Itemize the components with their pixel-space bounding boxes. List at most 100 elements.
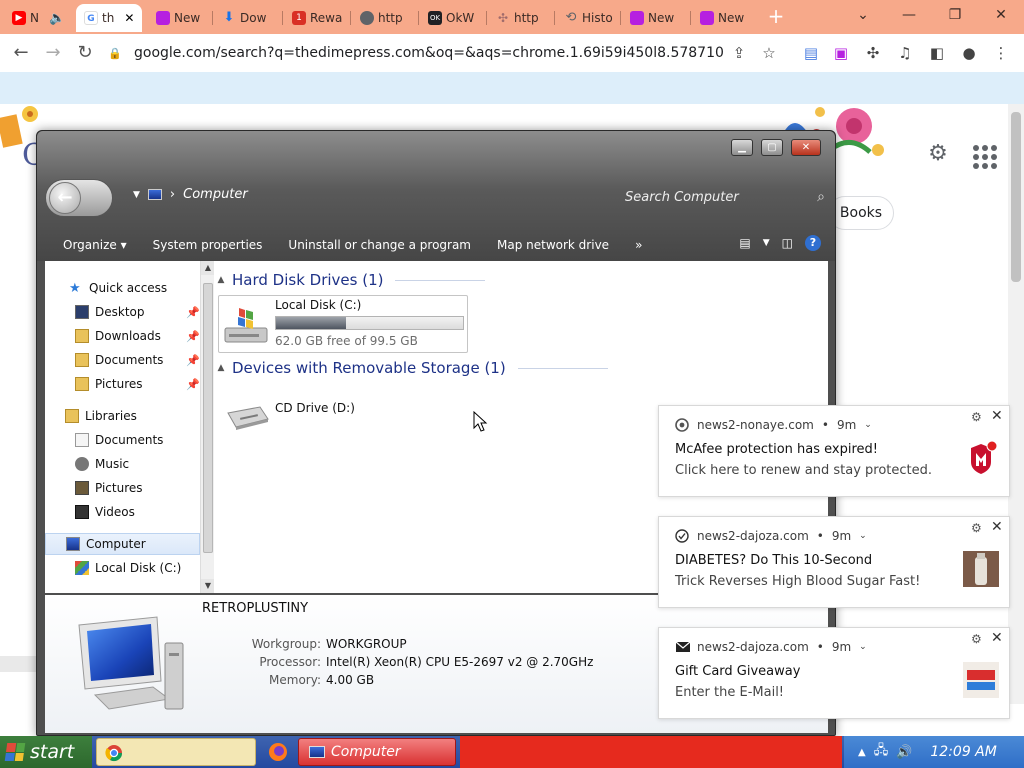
tab-close-icon[interactable]: ✕ [124, 11, 134, 25]
chevron-down-icon[interactable]: ⌄ [864, 420, 872, 430]
breadcrumb-computer[interactable]: Computer [183, 187, 248, 202]
tab-downloads[interactable]: ⬇ Dow [214, 4, 280, 32]
pin-icon[interactable]: 📌 [186, 354, 200, 367]
back-button[interactable]: ← [49, 182, 81, 214]
tab-new-2[interactable]: New [622, 4, 688, 32]
nav-pictures[interactable]: Pictures 📌 [45, 373, 200, 395]
page-scrollbar[interactable] [1008, 104, 1024, 704]
preview-pane-icon[interactable]: ◫ [782, 236, 793, 250]
forward-arrow-icon[interactable]: → [40, 40, 66, 66]
explorer-search-box[interactable]: Search Computer ⌕ [625, 185, 825, 209]
minimize-button[interactable]: — [894, 4, 924, 26]
nav-lib-music[interactable]: Music [45, 453, 200, 475]
tab-search-button[interactable]: ⌄ [848, 4, 878, 26]
taskbar-computer-button[interactable]: Computer [298, 738, 456, 766]
tab-new-1[interactable]: New [148, 4, 210, 32]
media-control-icon[interactable]: ♫ [894, 42, 916, 64]
notification-settings-gear-icon[interactable]: ⚙ [971, 410, 982, 424]
nav-local-disk[interactable]: Local Disk (C:) [45, 557, 200, 579]
taskbar-chrome-button[interactable] [96, 738, 256, 766]
breadcrumb[interactable]: ▼ › Computer [133, 187, 248, 202]
local-disk-tile[interactable]: Local Disk (C:) 62.0 GB free of 99.5 GB [218, 295, 468, 353]
tab-google-active[interactable]: G th ✕ [76, 4, 142, 32]
start-button[interactable]: start [0, 736, 92, 768]
uninstall-program-button[interactable]: Uninstall or change a program [288, 238, 471, 252]
system-properties-button[interactable]: System properties [153, 238, 263, 252]
chevron-down-icon[interactable]: ⌄ [859, 531, 867, 541]
tab-new-3[interactable]: New [692, 4, 758, 32]
extension-icon[interactable]: ▣ [830, 42, 852, 64]
collapse-triangle-icon[interactable]: ▲ [214, 363, 228, 373]
map-network-drive-button[interactable]: Map network drive [497, 238, 609, 252]
nav-lib-videos[interactable]: Videos [45, 501, 200, 523]
collapse-triangle-icon[interactable]: ▲ [214, 275, 228, 285]
notification-close-icon[interactable]: ✕ [991, 408, 1003, 424]
address-url[interactable]: google.com/search?q=thedimepress.com&oq=… [134, 45, 724, 61]
group-hard-disk-drives[interactable]: ▲ Hard Disk Drives (1) [214, 269, 486, 291]
speaker-icon[interactable]: 🔈 [49, 11, 65, 26]
nav-pane-scrollbar[interactable]: ▲ ▼ [200, 261, 215, 593]
address-bar[interactable]: 🔒 google.com/search?q=thedimepress.com&o… [108, 39, 788, 67]
tray-expand-icon[interactable]: ▲ [858, 747, 866, 758]
search-icon[interactable]: ⌕ [817, 189, 825, 205]
nav-computer[interactable]: Computer [45, 533, 200, 555]
page-scrollbar-thumb[interactable] [1011, 112, 1021, 282]
chevron-down-icon[interactable]: ⌄ [859, 642, 867, 652]
change-view-icon[interactable]: ▤ [739, 236, 750, 250]
nav-lib-pictures[interactable]: Pictures [45, 477, 200, 499]
page-horizontal-scrollbar[interactable] [0, 656, 40, 672]
nav-documents[interactable]: Documents 📌 [45, 349, 200, 371]
explorer-search-placeholder[interactable]: Search Computer [625, 190, 739, 205]
network-icon[interactable]: 🖧 [874, 741, 889, 763]
scroll-up-icon[interactable]: ▲ [201, 261, 215, 275]
recent-locations-chevron-icon[interactable]: ▼ [133, 190, 140, 200]
reload-icon[interactable]: ↻ [72, 40, 98, 66]
nav-lib-documents[interactable]: Documents [45, 429, 200, 451]
browser-menu-icon[interactable]: ⋮ [990, 42, 1012, 64]
group-removable-storage[interactable]: ▲ Devices with Removable Storage (1) [214, 357, 608, 379]
profile-avatar-icon[interactable]: ● [958, 42, 980, 64]
forms-extension-icon[interactable]: ▤ [800, 42, 822, 64]
side-panel-icon[interactable]: ◧ [926, 42, 948, 64]
taskbar-firefox-button[interactable] [264, 738, 294, 766]
help-icon[interactable]: ? [805, 235, 821, 251]
google-settings-gear-icon[interactable]: ⚙ [924, 140, 952, 168]
explorer-close-button[interactable]: ✕ [791, 139, 821, 156]
notification-diabetes[interactable]: news2-dajoza.com • 9m ⌄ ⚙ ✕ DIABETES? Do… [658, 516, 1010, 608]
notification-close-icon[interactable]: ✕ [991, 630, 1003, 646]
pin-icon[interactable]: 📌 [186, 306, 200, 319]
books-filter-chip[interactable]: Books [828, 196, 894, 230]
tab-youtube[interactable]: ▶ N 🔈 [4, 4, 72, 32]
share-icon[interactable]: ⇪ [728, 42, 750, 64]
scroll-down-icon[interactable]: ▼ [201, 579, 215, 593]
clock[interactable]: 12:09 AM [930, 744, 996, 760]
tab-rewards[interactable]: 1 Rewa [284, 4, 348, 32]
tab-http-1[interactable]: http [352, 4, 416, 32]
nav-libraries[interactable]: Libraries [45, 405, 200, 427]
nav-quick-access[interactable]: ★ Quick access [45, 277, 200, 299]
nav-downloads[interactable]: Downloads 📌 [45, 325, 200, 347]
volume-icon[interactable]: 🔊 [896, 745, 912, 760]
pin-icon[interactable]: 📌 [186, 330, 200, 343]
tab-http-2[interactable]: ✣ http [488, 4, 552, 32]
restore-button[interactable]: ❐ [940, 4, 970, 26]
nav-scrollbar-thumb[interactable] [203, 283, 213, 553]
notification-close-icon[interactable]: ✕ [991, 519, 1003, 535]
more-commands-button[interactable]: » [635, 238, 642, 252]
google-apps-grid-icon[interactable] [970, 142, 998, 170]
notification-settings-gear-icon[interactable]: ⚙ [971, 521, 982, 535]
explorer-maximize-button[interactable]: ▢ [761, 139, 783, 156]
organize-menu[interactable]: Organize ▾ [63, 238, 127, 252]
notification-gift-card[interactable]: news2-dajoza.com • 9m ⌄ ⚙ ✕ Gift Card Gi… [658, 627, 1010, 719]
pin-icon[interactable]: 📌 [186, 378, 200, 391]
back-arrow-icon[interactable]: ← [8, 40, 34, 66]
close-button[interactable]: ✕ [986, 4, 1016, 26]
extensions-puzzle-icon[interactable]: ✣ [862, 42, 884, 64]
new-tab-button[interactable]: + [764, 6, 788, 28]
explorer-minimize-button[interactable]: ▁ [731, 139, 753, 156]
view-options-chevron-icon[interactable]: ▼ [763, 238, 770, 248]
lock-icon[interactable]: 🔒 [108, 47, 122, 60]
notification-settings-gear-icon[interactable]: ⚙ [971, 632, 982, 646]
tab-okw[interactable]: OK OkW [420, 4, 484, 32]
tab-history[interactable]: ⟲ Histo [556, 4, 618, 32]
